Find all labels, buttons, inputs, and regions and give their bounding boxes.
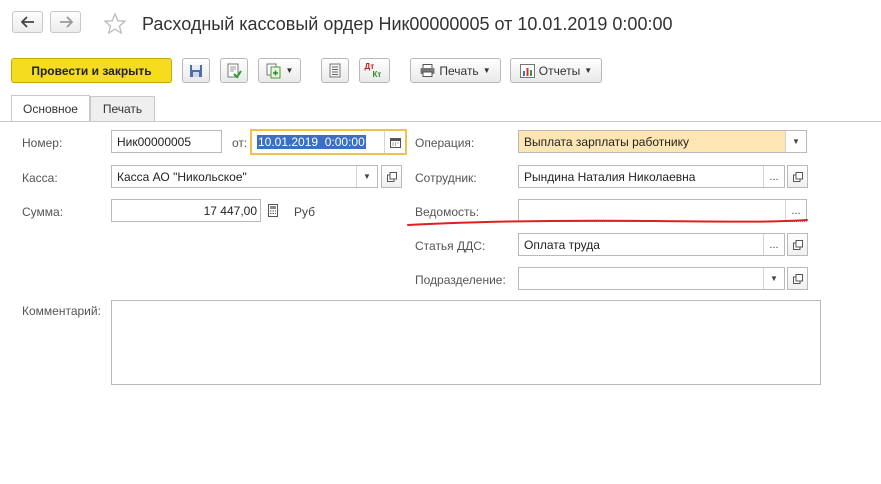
dds-open-button[interactable] <box>787 233 808 256</box>
chevron-down-icon: ▼ <box>285 66 294 75</box>
back-button[interactable] <box>12 11 43 33</box>
report-icon <box>519 63 535 78</box>
forward-button[interactable] <box>50 11 81 33</box>
amount-field[interactable]: 17 447,00 <box>111 199 261 222</box>
chevron-down-icon: ▼ <box>584 66 593 75</box>
currency-label: Руб <box>294 205 316 219</box>
save-button[interactable] <box>182 58 210 83</box>
operation-field[interactable]: Выплата зарплаты работнику ▼ <box>518 130 807 153</box>
chevron-down-icon[interactable]: ▼ <box>356 166 377 187</box>
open-form-icon <box>792 171 803 182</box>
create-based-on-button[interactable]: ▼ <box>258 58 301 83</box>
kassa-field[interactable]: Касса АО "Никольское" ▼ <box>111 165 378 188</box>
select-dots-icon[interactable]: ... <box>763 166 784 187</box>
print-menu-button[interactable]: Печать ▼ <box>410 58 501 83</box>
post-button[interactable] <box>220 58 248 83</box>
chevron-down-icon: ▼ <box>482 66 491 75</box>
tab-print[interactable]: Печать <box>90 96 155 121</box>
date-label: от: <box>232 136 248 150</box>
department-field[interactable]: ▼ <box>518 267 785 290</box>
calculator-icon[interactable] <box>264 201 282 220</box>
number-field[interactable]: Ник00000005 <box>111 130 222 153</box>
red-annotation-underline <box>407 219 808 226</box>
tab-main[interactable]: Основное <box>11 95 90 121</box>
employee-open-button[interactable] <box>787 165 808 188</box>
page-title: Расходный кассовый ордер Ник00000005 от … <box>142 14 673 34</box>
tab-strip-divider <box>0 121 881 122</box>
kassa-label: Касса: <box>22 171 58 185</box>
open-form-icon <box>386 171 397 182</box>
dds-label: Статья ДДС: <box>415 239 486 253</box>
post-and-close-button[interactable]: Провести и закрыть <box>11 58 172 83</box>
employee-label: Сотрудник: <box>415 171 477 185</box>
select-dots-icon[interactable]: ... <box>763 234 784 255</box>
favorite-button[interactable] <box>103 12 127 36</box>
floppy-disk-icon <box>189 64 203 78</box>
arrow-left-icon <box>20 16 35 28</box>
comment-label: Комментарий: <box>22 304 101 318</box>
open-form-icon <box>792 239 803 250</box>
reports-menu-button[interactable]: Отчеты ▼ <box>510 58 602 83</box>
dds-field[interactable]: Оплата труда ... <box>518 233 785 256</box>
date-value: 10.01.2019 0:00:00 <box>257 135 366 149</box>
dt-kt-button[interactable]: Дт Кт <box>359 58 390 83</box>
chevron-down-icon[interactable]: ▼ <box>763 268 784 289</box>
chevron-down-icon[interactable]: ▼ <box>785 131 806 152</box>
calendar-icon[interactable] <box>384 131 405 153</box>
post-document-icon <box>226 63 242 79</box>
reports-menu-label: Отчеты <box>538 63 581 78</box>
amount-label: Сумма: <box>22 205 64 219</box>
department-label: Подразделение: <box>415 273 506 287</box>
create-based-on-icon <box>266 63 282 79</box>
operation-label: Операция: <box>415 136 475 150</box>
date-field[interactable]: 10.01.2019 0:00:00 <box>250 129 407 155</box>
document-journal-button[interactable] <box>321 58 349 83</box>
arrow-right-icon <box>59 16 73 28</box>
printer-icon <box>420 64 435 77</box>
open-form-icon <box>792 273 803 284</box>
star-icon <box>103 12 127 36</box>
employee-field[interactable]: Рындина Наталия Николаевна ... <box>518 165 785 188</box>
list-document-icon <box>329 63 341 78</box>
print-menu-label: Печать <box>439 63 479 78</box>
dt-kt-icon: Дт Кт <box>364 61 382 79</box>
number-label: Номер: <box>22 136 63 150</box>
comment-textarea[interactable] <box>111 300 821 385</box>
kassa-open-button[interactable] <box>381 165 402 188</box>
department-open-button[interactable] <box>787 267 808 290</box>
